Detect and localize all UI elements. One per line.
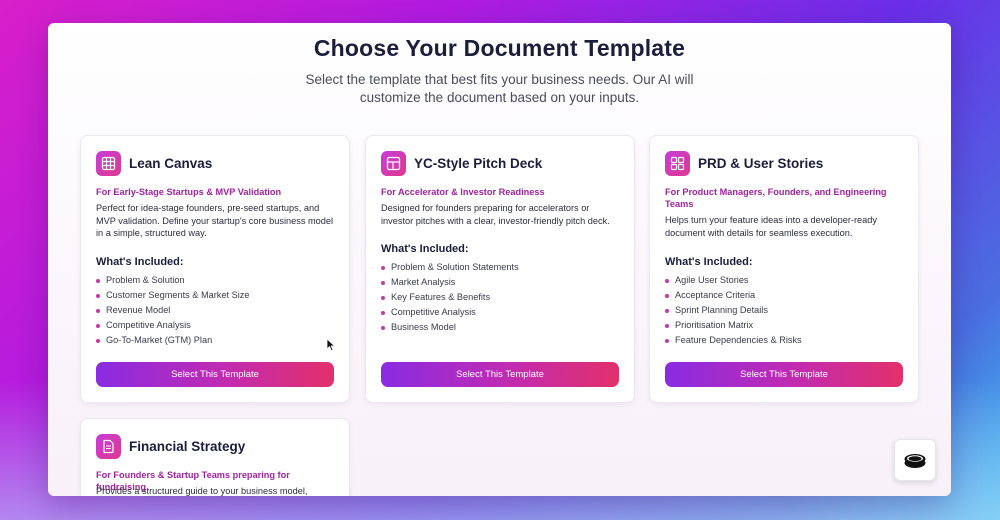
apps-icon: [665, 151, 690, 176]
bullet-icon: [665, 323, 669, 328]
list-item: Acceptance Criteria: [665, 288, 903, 303]
template-card-lean-canvas: Lean Canvas For Early-Stage Startups & M…: [80, 135, 350, 403]
list-item: Competitive Analysis: [381, 305, 619, 320]
card-title: PRD & User Stories: [698, 156, 824, 171]
chat-widget-button[interactable]: [894, 439, 936, 481]
whats-included-heading: What's Included:: [665, 256, 753, 268]
card-header: YC-Style Pitch Deck: [381, 151, 542, 176]
chat-widget-icon: [904, 454, 926, 468]
whats-included-heading: What's Included:: [381, 243, 469, 255]
bullet-icon: [381, 295, 385, 300]
bullet-icon: [381, 280, 385, 285]
card-header: Financial Strategy: [96, 434, 245, 459]
bullet-icon: [665, 278, 669, 283]
bullet-icon: [381, 265, 385, 270]
list-item: Competitive Analysis: [96, 318, 334, 333]
list-item: Problem & Solution: [96, 273, 334, 288]
card-title: Financial Strategy: [129, 439, 246, 454]
bullet-icon: [665, 338, 669, 343]
whats-included-heading: What's Included:: [96, 256, 184, 268]
card-description: Perfect for idea-stage founders, pre-see…: [96, 203, 334, 238]
bullet-icon: [381, 310, 385, 315]
list-item: Revenue Model: [96, 303, 334, 318]
card-title: YC-Style Pitch Deck: [414, 156, 543, 171]
page-title: Choose Your Document Template: [313, 35, 686, 61]
card-description: Provides a structured guide to your busi…: [96, 486, 308, 496]
card-header: Lean Canvas: [96, 151, 212, 176]
included-list: Problem & Solution Customer Segments & M…: [96, 273, 334, 348]
document-icon: [96, 434, 121, 459]
card-description: Helps turn your feature ideas into a dev…: [665, 215, 877, 238]
select-template-button-pitch-deck[interactable]: Select This Template: [381, 362, 619, 387]
mouse-cursor-icon: [326, 338, 335, 352]
list-item: Problem & Solution Statements: [381, 260, 619, 275]
bullet-icon: [96, 278, 100, 283]
template-card-prd: PRD & User Stories For Product Managers,…: [649, 135, 919, 403]
card-audience: For Product Managers, Founders, and Engi…: [665, 187, 887, 209]
list-item: Go-To-Market (GTM) Plan: [96, 333, 334, 348]
bullet-icon: [96, 293, 100, 298]
card-description: Designed for founders preparing for acce…: [381, 203, 610, 226]
bullet-icon: [665, 293, 669, 298]
select-template-button-prd[interactable]: Select This Template: [665, 362, 903, 387]
card-title: Lean Canvas: [129, 156, 213, 171]
bullet-icon: [96, 338, 100, 343]
included-list: Problem & Solution Statements Market Ana…: [381, 260, 619, 335]
card-audience: For Early-Stage Startups & MVP Validatio…: [96, 187, 282, 197]
list-item: Business Model: [381, 320, 619, 335]
grid-icon: [96, 151, 121, 176]
page-subtitle: Select the template that best fits your …: [305, 72, 694, 105]
included-list: Agile User Stories Acceptance Criteria S…: [665, 273, 903, 348]
bullet-icon: [381, 325, 385, 330]
bullet-icon: [665, 308, 669, 313]
bullet-icon: [96, 308, 100, 313]
list-item: Agile User Stories: [665, 273, 903, 288]
list-item: Sprint Planning Details: [665, 303, 903, 318]
template-card-financial-strategy: Financial Strategy For Founders & Startu…: [80, 418, 350, 496]
list-item: Feature Dependencies & Risks: [665, 333, 903, 348]
list-item: Customer Segments & Market Size: [96, 288, 334, 303]
template-selection-panel: Choose Your Document Template Select the…: [48, 23, 951, 496]
list-item: Key Features & Benefits: [381, 290, 619, 305]
list-item: Market Analysis: [381, 275, 619, 290]
list-item: Prioritisation Matrix: [665, 318, 903, 333]
card-audience: For Accelerator & Investor Readiness: [381, 187, 545, 197]
select-template-button-lean-canvas[interactable]: Select This Template: [96, 362, 334, 387]
card-header: PRD & User Stories: [665, 151, 823, 176]
bullet-icon: [96, 323, 100, 328]
template-card-pitch-deck: YC-Style Pitch Deck For Accelerator & In…: [365, 135, 635, 403]
layout-icon: [381, 151, 406, 176]
